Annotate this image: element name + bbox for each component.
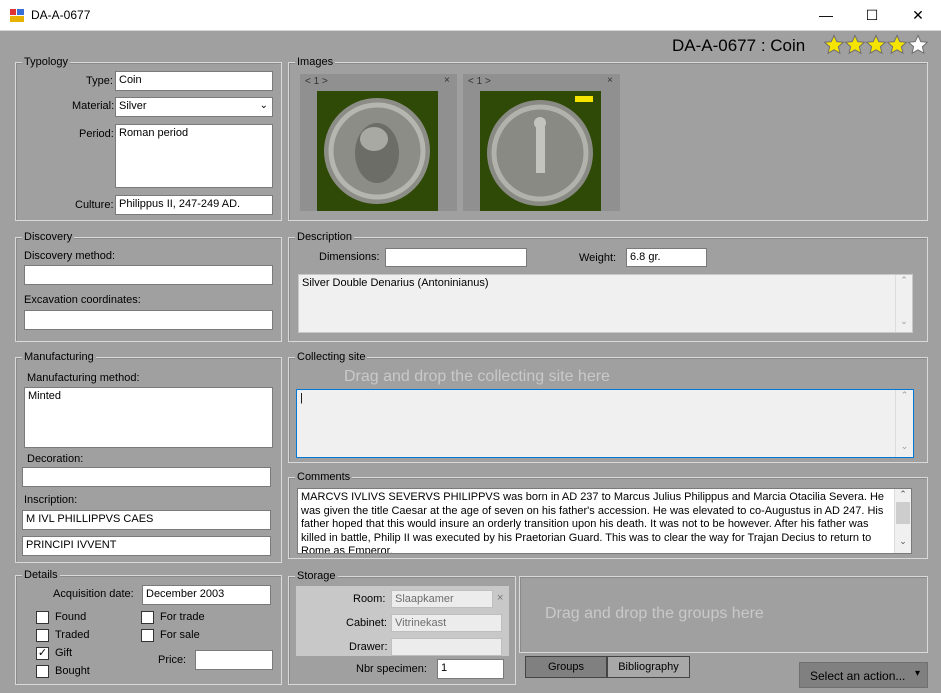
manufacturing-method-label: Manufacturing method: — [27, 372, 140, 384]
chevron-down-icon: ⌄ — [259, 100, 268, 111]
dimensions-field[interactable] — [385, 248, 527, 267]
inscription-label: Inscription: — [24, 494, 78, 506]
title-bar — [0, 0, 941, 31]
close-icon[interactable]: × — [444, 75, 450, 86]
gift-label: Gift — [55, 647, 73, 659]
inscription-line-1[interactable]: M IVL PHILLIPPVS CAES — [22, 510, 271, 530]
found-checkbox[interactable] — [36, 611, 49, 624]
chevron-down-icon: ▾ — [915, 668, 921, 679]
clear-room-icon[interactable]: × — [497, 592, 503, 604]
star-filled-icon[interactable] — [886, 34, 908, 56]
room-label: Room: — [353, 593, 386, 605]
description-value: Silver Double Denarius (Antoninianus) — [302, 277, 489, 289]
close-button[interactable]: ✕ — [895, 0, 941, 31]
star-filled-icon[interactable] — [865, 34, 887, 56]
material-value: Silver — [119, 100, 147, 112]
description-text[interactable]: Silver Double Denarius (Antoninianus) — [298, 274, 913, 333]
close-icon[interactable]: × — [607, 75, 613, 86]
gift-checkbox[interactable]: ✓ — [36, 647, 49, 660]
manufacturing-method-field[interactable]: Minted — [24, 387, 273, 448]
star-filled-icon[interactable] — [823, 34, 845, 56]
typology-legend: Typology — [22, 56, 71, 68]
acquisition-date-label: Acquisition date: — [53, 588, 134, 600]
minimize-button[interactable]: — — [803, 0, 849, 31]
cabinet-label: Cabinet: — [346, 617, 387, 629]
culture-label: Culture: — [75, 199, 114, 211]
tab-groups[interactable]: Groups — [525, 656, 607, 678]
bought-label: Bought — [55, 665, 90, 677]
drawer-field[interactable] — [391, 638, 502, 656]
window-title: DA-A-0677 — [31, 8, 91, 22]
storage-legend: Storage — [295, 570, 338, 582]
dimensions-label: Dimensions: — [319, 251, 380, 263]
comments-scrollbar[interactable]: ⌃ ⌄ — [894, 489, 911, 553]
collecting-site-field[interactable]: | — [296, 389, 914, 458]
price-label: Price: — [158, 654, 187, 666]
period-field[interactable]: Roman period — [115, 124, 273, 188]
discovery-legend: Discovery — [22, 231, 75, 243]
collecting-site-legend: Collecting site — [295, 351, 368, 363]
material-select[interactable]: Silver ⌄ — [115, 97, 273, 117]
images-legend: Images — [295, 56, 336, 68]
image-nav[interactable]: < 1 > — [468, 76, 491, 87]
coin-reverse-image — [480, 91, 601, 211]
weight-label: Weight: — [579, 252, 617, 264]
price-field[interactable] — [195, 650, 273, 670]
collecting-site-drop-hint[interactable]: Drag and drop the collecting site here — [344, 368, 610, 386]
comments-legend: Comments — [295, 471, 353, 483]
comments-text[interactable]: MARCVS IVLIVS SEVERVS PHILIPPVS was born… — [297, 488, 912, 554]
checkmark-icon: ✓ — [37, 647, 48, 659]
acquisition-date-field[interactable]: December 2003 — [142, 585, 271, 605]
type-label: Type: — [86, 75, 113, 87]
image-thumbnail[interactable]: < 1 > × — [463, 74, 620, 211]
details-legend: Details — [22, 569, 60, 581]
maximize-button[interactable]: ☐ — [849, 0, 895, 31]
manufacturing-legend: Manufacturing — [22, 351, 96, 363]
action-select[interactable]: Select an action... ▾ — [799, 662, 928, 688]
specimen-label: Nbr specimen: — [356, 663, 427, 675]
culture-field[interactable]: Philippus II, 247-249 AD. — [115, 195, 273, 215]
specimen-field[interactable]: 1 — [437, 659, 504, 679]
excavation-coordinates-field[interactable] — [24, 310, 273, 330]
collecting-site-scrollbar[interactable]: ⌃ ⌄ — [895, 390, 913, 457]
for-sale-checkbox[interactable] — [141, 629, 154, 642]
period-label: Period: — [79, 128, 114, 140]
discovery-method-label: Discovery method: — [24, 250, 116, 262]
image-nav[interactable]: < 1 > — [305, 76, 328, 87]
room-field[interactable]: Slaapkamer — [391, 590, 493, 608]
record-title: DA-A-0677 : Coin — [672, 36, 806, 55]
for-sale-label: For sale — [160, 629, 200, 641]
material-label: Material: — [72, 100, 115, 112]
tab-bibliography[interactable]: Bibliography — [607, 656, 690, 678]
comments-value: MARCVS IVLIVS SEVERVS PHILIPPVS was born… — [301, 491, 885, 554]
star-filled-icon[interactable] — [844, 34, 866, 56]
discovery-method-field[interactable] — [24, 265, 273, 285]
for-trade-checkbox[interactable] — [141, 611, 154, 624]
text-cursor: | — [300, 392, 303, 404]
description-scrollbar[interactable]: ⌃ ⌄ — [895, 275, 912, 332]
type-field[interactable]: Coin — [115, 71, 273, 91]
bought-checkbox[interactable] — [36, 665, 49, 678]
for-trade-label: For trade — [160, 611, 205, 623]
traded-label: Traded — [55, 629, 90, 641]
star-empty-icon[interactable] — [907, 34, 929, 56]
traded-checkbox[interactable] — [36, 629, 49, 642]
inscription-line-2[interactable]: PRINCIPI IVVENT — [22, 536, 271, 556]
groups-drop-hint: Drag and drop the groups here — [545, 605, 764, 622]
weight-field[interactable]: 6.8 gr. — [626, 248, 707, 267]
cabinet-field[interactable]: Vitrinekast — [391, 614, 502, 632]
excavation-coordinates-label: Excavation coordinates: — [24, 294, 141, 306]
decoration-label: Decoration: — [27, 453, 84, 465]
coin-obverse-image — [317, 91, 438, 211]
image-thumbnail[interactable]: < 1 > × — [300, 74, 457, 211]
action-select-label: Select an action... — [810, 669, 906, 683]
drawer-label: Drawer: — [349, 641, 388, 653]
decoration-field[interactable] — [22, 467, 271, 487]
app-icon — [10, 9, 24, 22]
found-label: Found — [55, 611, 87, 623]
description-legend: Description — [295, 231, 355, 243]
